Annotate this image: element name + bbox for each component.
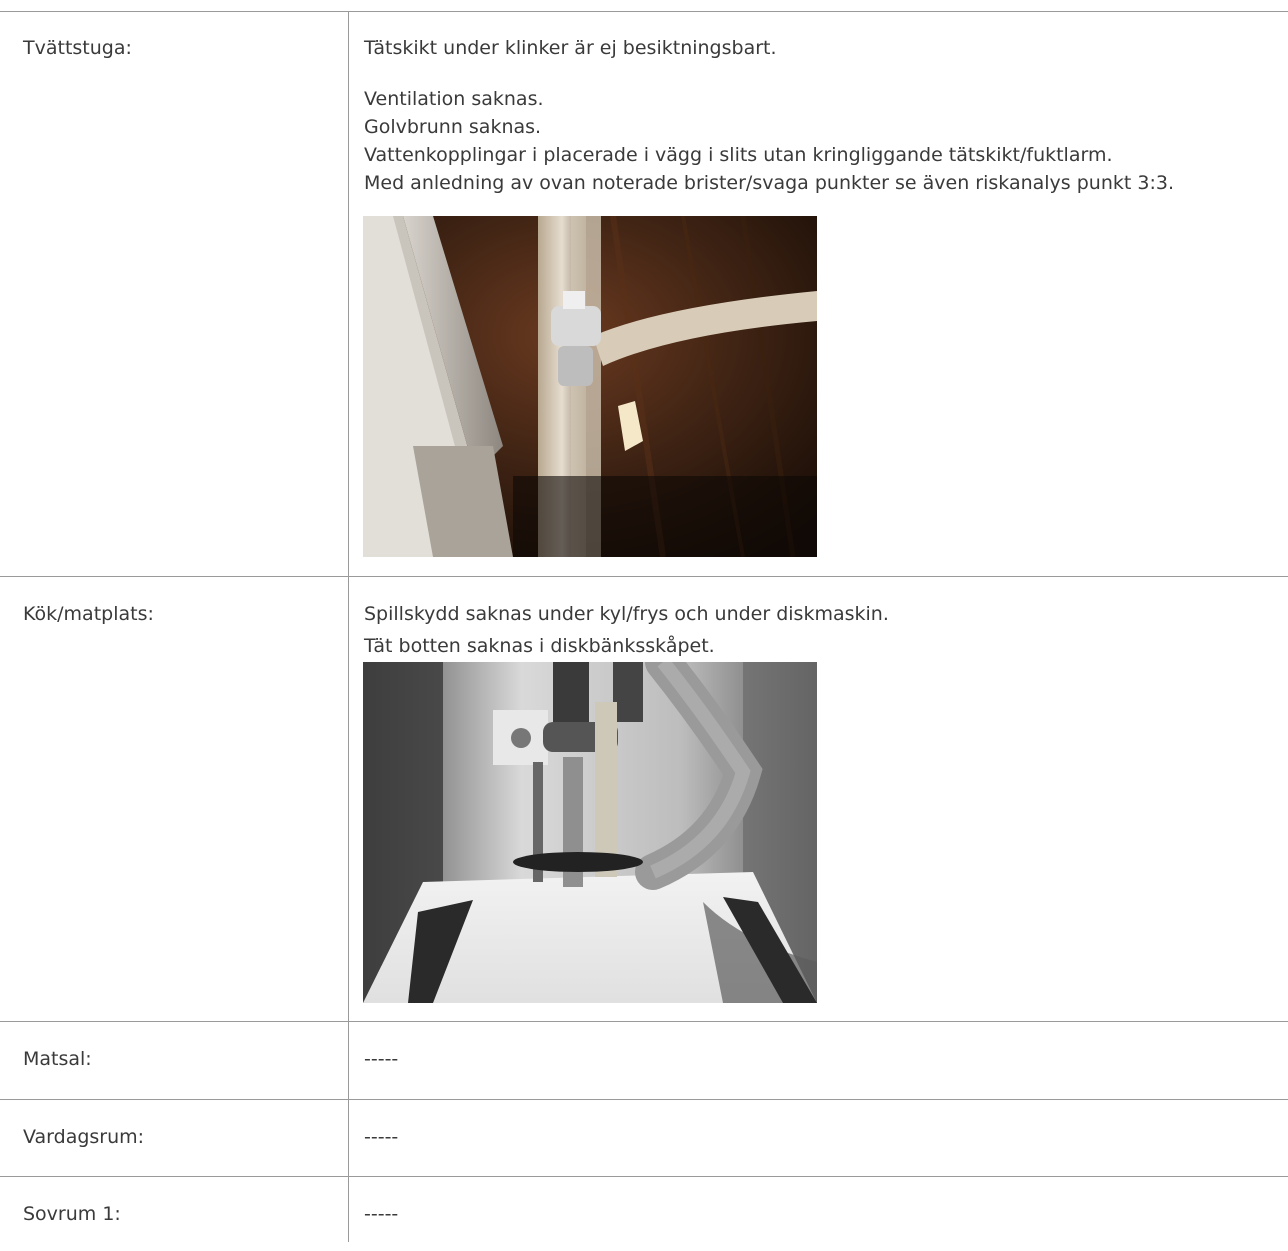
row-text-tvattstuga-line: Vattenkopplingar i placerade i vägg i sl… xyxy=(364,144,1113,166)
row-value-vardagsrum: ----- xyxy=(364,1126,399,1148)
row-divider xyxy=(0,1021,1288,1022)
row-divider-top xyxy=(0,11,1288,12)
row-text-kok-line: Tät botten saknas i diskbänksskåpet. xyxy=(364,635,715,657)
row-label-matsal: Matsal: xyxy=(23,1048,92,1070)
row-text-kok-line: Spillskydd saknas under kyl/frys och und… xyxy=(364,603,889,625)
row-label-kok-matplats: Kök/matplats: xyxy=(23,603,154,625)
laundry-pipes-photo xyxy=(363,216,817,557)
row-text-tvattstuga-paragraph: Tätskikt under klinker är ej besiktnings… xyxy=(364,37,777,59)
row-label-sovrum-1: Sovrum 1: xyxy=(23,1203,121,1225)
row-value-matsal: ----- xyxy=(364,1048,399,1070)
row-text-tvattstuga-line: Ventilation saknas. xyxy=(364,88,544,110)
row-text-tvattstuga-line: Med anledning av ovan noterade brister/s… xyxy=(364,172,1174,194)
row-label-tvattstuga: Tvättstuga: xyxy=(23,37,132,59)
row-divider xyxy=(0,576,1288,577)
row-divider xyxy=(0,1099,1288,1100)
row-text-tvattstuga-line: Golvbrunn saknas. xyxy=(364,116,542,138)
row-label-vardagsrum: Vardagsrum: xyxy=(23,1126,145,1148)
row-value-sovrum-1: ----- xyxy=(364,1203,399,1225)
row-divider xyxy=(0,1176,1288,1177)
sink-cabinet-photo xyxy=(363,662,817,1003)
column-divider xyxy=(348,12,349,1242)
